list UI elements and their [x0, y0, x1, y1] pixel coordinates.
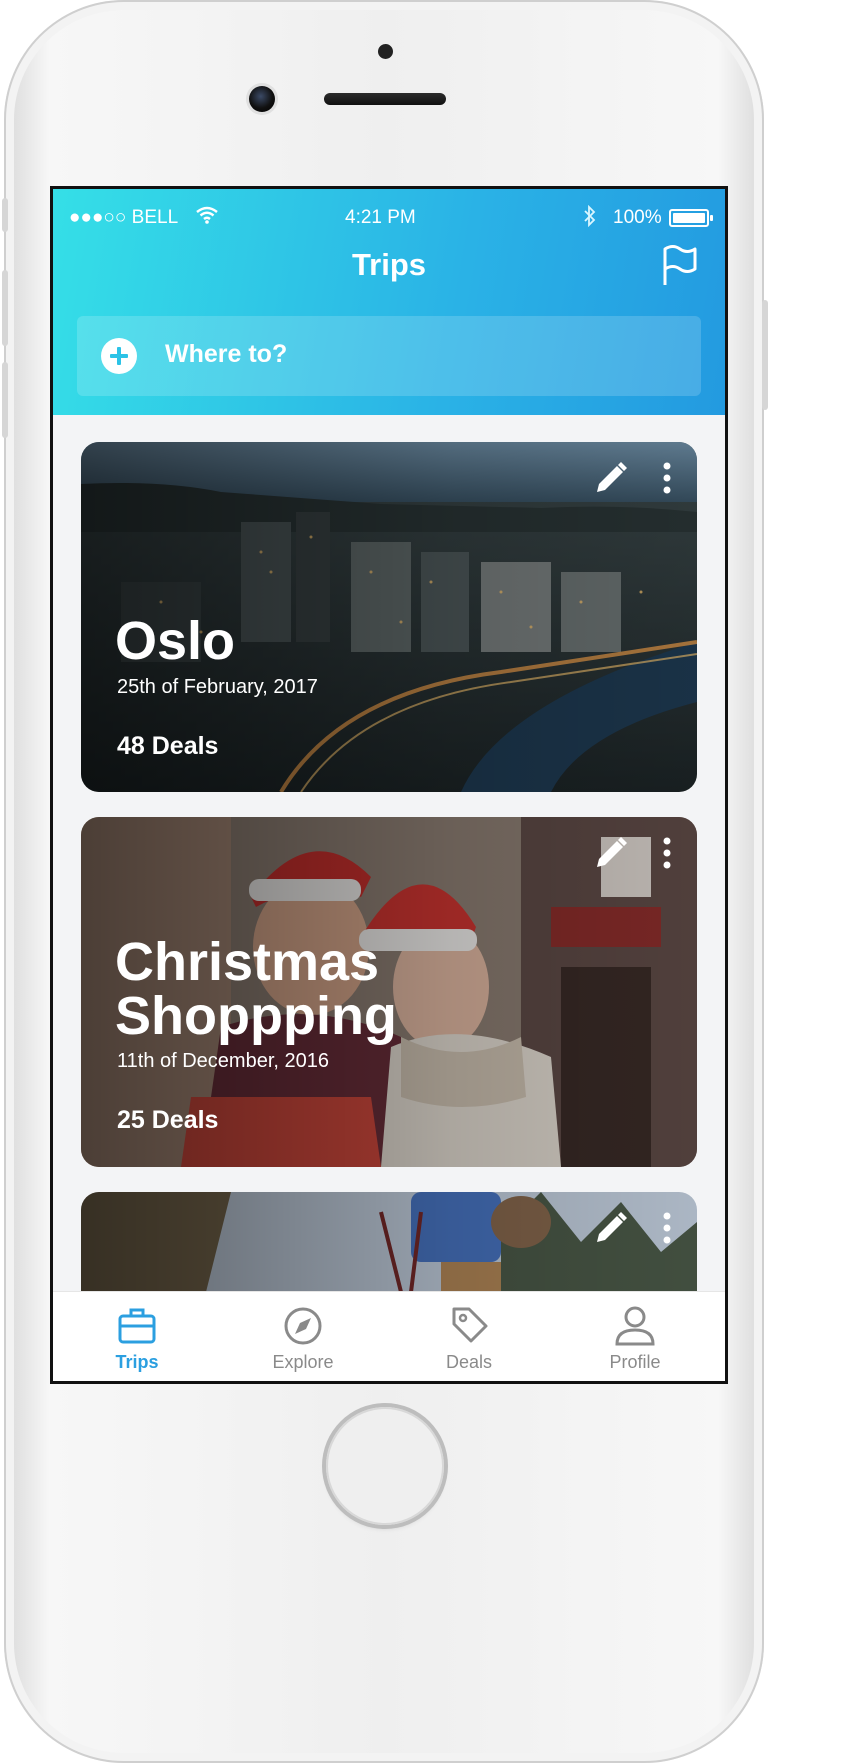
trips-list: Oslo 25th of February, 2017 48 Deals Chr… [53, 415, 725, 1291]
trip-card-oslo[interactable]: Oslo 25th of February, 2017 48 Deals [81, 442, 697, 792]
page-title: Trips [351, 247, 427, 282]
trip-date: 11th of December, 2016 [117, 1050, 329, 1072]
more-options-button[interactable] [653, 1210, 681, 1246]
more-vertical-icon [663, 837, 671, 869]
tab-deals[interactable]: Deals [385, 1292, 553, 1381]
proximity-sensor [378, 44, 393, 59]
trip-deals-count: 25 Deals [117, 1106, 219, 1134]
trip-title: Oslo [115, 611, 236, 671]
tab-label: Explore [272, 1352, 334, 1372]
add-icon [101, 338, 137, 374]
home-button[interactable] [326, 1407, 444, 1525]
tab-profile[interactable]: Profile [551, 1292, 719, 1381]
clock: 4:21 PM [345, 207, 416, 228]
tag-icon [452, 1307, 488, 1343]
edit-trip-button[interactable] [593, 460, 629, 496]
search-placeholder: Where to? [165, 340, 288, 368]
more-options-button[interactable] [653, 835, 681, 871]
tab-label: Profile [609, 1352, 661, 1372]
mute-switch [2, 198, 8, 232]
tab-bar: Trips Explore Deals Profile [53, 1291, 725, 1381]
trip-card-winter-hike[interactable] [81, 1192, 697, 1291]
pencil-icon [597, 837, 627, 867]
compass-icon [284, 1307, 322, 1345]
status-bar: ●●●○○ BELL 4:21 PM 100% [53, 203, 725, 231]
briefcase-icon [118, 1308, 156, 1344]
more-options-button[interactable] [653, 460, 681, 496]
flag-icon [663, 245, 697, 285]
front-camera [249, 86, 275, 112]
volume-down-button [2, 362, 8, 438]
tab-explore[interactable]: Explore [219, 1292, 387, 1381]
flag-button[interactable] [659, 243, 701, 287]
app-screen: ●●●○○ BELL 4:21 PM 100% Trips Where to? … [50, 186, 728, 1384]
phone-frame: ●●●○○ BELL 4:21 PM 100% Trips Where to? … [2, 0, 768, 1763]
trip-date: 25th of February, 2017 [117, 676, 318, 698]
trip-card-christmas-shopping[interactable]: Christmas Shoppping 11th of December, 20… [81, 817, 697, 1167]
more-vertical-icon [663, 1212, 671, 1244]
power-button [762, 300, 768, 410]
person-icon [615, 1306, 655, 1346]
edit-trip-button[interactable] [593, 835, 629, 871]
earpiece-speaker [324, 93, 446, 105]
edit-trip-button[interactable] [593, 1210, 629, 1246]
trip-title: Christmas Shoppping [115, 932, 397, 1046]
tab-trips[interactable]: Trips [53, 1292, 221, 1381]
app-header: ●●●○○ BELL 4:21 PM 100% Trips Where to? [53, 189, 725, 415]
tab-label: Trips [115, 1352, 159, 1372]
more-vertical-icon [663, 462, 671, 494]
carrier-signal: ●●●○○ BELL [69, 207, 179, 228]
bluetooth-icon [583, 204, 597, 233]
volume-up-button [2, 270, 8, 346]
battery-icon [669, 209, 713, 227]
tab-label: Deals [445, 1352, 493, 1372]
wifi-icon [196, 206, 218, 224]
pencil-icon [597, 1212, 627, 1242]
battery-percent: 100% [613, 207, 662, 228]
pencil-icon [597, 462, 627, 492]
trip-deals-count: 48 Deals [117, 732, 219, 760]
where-to-search[interactable]: Where to? [77, 316, 701, 396]
